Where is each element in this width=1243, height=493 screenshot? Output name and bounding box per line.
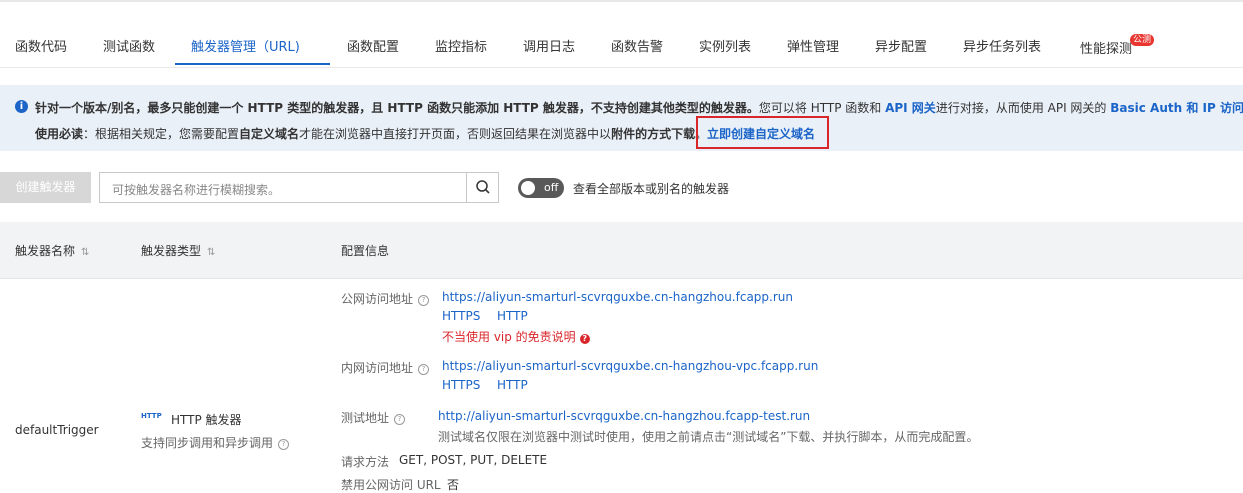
tab-instance-list[interactable]: 实例列表 <box>699 36 751 55</box>
tab-trigger-management[interactable]: 触发器管理（URL) <box>191 36 300 55</box>
basic-auth-link[interactable]: Basic Auth 和 IP 访问控制 <box>1110 101 1243 115</box>
vip-disclaimer[interactable]: 不当使用 vip 的免责说明? <box>442 328 590 345</box>
tab-function-config[interactable]: 函数配置 <box>347 36 399 55</box>
notice-text-bold: 针对一个版本/别名，最多只能创建一个 HTTP 类型的触发器，且 HTTP 函数… <box>35 101 759 115</box>
trigger-name: defaultTrigger <box>15 423 99 437</box>
tab-performance-probe[interactable]: 性能探测 <box>1080 38 1132 57</box>
tab-function-code[interactable]: 函数代码 <box>15 36 67 55</box>
search-box: 可按触发器名称进行模糊搜索。 <box>99 172 499 203</box>
public-https-link[interactable]: HTTPS <box>442 309 480 323</box>
notice-text: 进行对接，从而使用 API 网关的 <box>935 101 1111 115</box>
http-icon: HTTP <box>141 412 162 420</box>
disable-public-value: 否 <box>447 478 460 492</box>
notice-text-bold: 自定义域名 <box>239 127 300 141</box>
show-all-versions-toggle[interactable]: off <box>518 178 564 198</box>
tab-test-function[interactable]: 测试函数 <box>103 36 155 55</box>
public-url-label: 公网访问地址? <box>341 290 430 307</box>
toggle-knob <box>521 181 535 195</box>
tab-async-config[interactable]: 异步配置 <box>875 36 927 55</box>
column-header-name[interactable]: 触发器名称 ⇅ <box>15 242 89 259</box>
notice-text: 您可以将 HTTP 函数和 <box>758 101 886 115</box>
methods-label: 请求方法 <box>341 455 390 469</box>
toggle-state-label: off <box>544 181 559 194</box>
tab-async-task-list[interactable]: 异步任务列表 <box>963 36 1041 55</box>
warning-help-icon[interactable]: ? <box>579 334 590 344</box>
help-icon[interactable]: ? <box>278 439 290 450</box>
notice-line-1: 针对一个版本/别名，最多只能创建一个 HTTP 类型的触发器，且 HTTP 函数… <box>35 99 1243 116</box>
test-url-label: 测试地址? <box>341 409 406 426</box>
search-input[interactable]: 可按触发器名称进行模糊搜索。 <box>112 181 280 198</box>
internal-url[interactable]: https://aliyun-smarturl-scvrqguxbe.cn-ha… <box>442 359 818 373</box>
disable-public-label: 禁用公网访问 URL <box>341 478 441 492</box>
toggle-label: 查看全部版本或别名的触发器 <box>573 182 730 196</box>
must-read-label: 使用必读 <box>35 127 84 141</box>
help-icon[interactable]: ? <box>418 364 430 375</box>
highlight-box <box>696 116 829 149</box>
public-http-link[interactable]: HTTP <box>497 309 528 323</box>
sort-icon[interactable]: ⇅ <box>207 247 215 258</box>
search-icon <box>476 180 490 194</box>
trigger-type-desc: 支持同步调用和异步调用? <box>141 434 290 451</box>
help-icon[interactable]: ? <box>394 414 406 425</box>
tab-bar: 函数代码 测试函数 触发器管理（URL) 函数配置 监控指标 调用日志 函数告警… <box>0 0 1243 68</box>
column-header-config: 配置信息 <box>341 244 390 258</box>
help-icon[interactable]: ? <box>418 295 430 306</box>
internal-url-label: 内网访问地址? <box>341 359 430 376</box>
notice-text: ：根据相关规定，您需要配置 <box>83 127 240 141</box>
sort-icon[interactable]: ⇅ <box>81 247 89 258</box>
beta-badge: 公测 <box>1130 34 1155 46</box>
methods-value: GET, POST, PUT, DELETE <box>399 453 548 467</box>
tab-monitoring[interactable]: 监控指标 <box>435 36 487 55</box>
public-url[interactable]: https://aliyun-smarturl-scvrqguxbe.cn-ha… <box>442 290 793 304</box>
api-gateway-link[interactable]: API 网关 <box>885 101 936 115</box>
tab-elastic-management[interactable]: 弹性管理 <box>787 36 839 55</box>
create-trigger-button[interactable]: 创建触发器 <box>0 172 91 203</box>
notice-line-2: 使用必读：根据相关规定，您需要配置自定义域名才能在浏览器中直接打开页面，否则返回… <box>35 125 707 142</box>
internal-https-link[interactable]: HTTPS <box>442 378 480 392</box>
table-header: 触发器名称 ⇅ 触发器类型 ⇅ 配置信息 <box>0 222 1243 279</box>
tab-function-alerts[interactable]: 函数告警 <box>611 36 663 55</box>
notice-text: 才能在浏览器中直接打开页面，否则返回结果在浏览器中以 <box>299 127 612 141</box>
internal-http-link[interactable]: HTTP <box>497 378 528 392</box>
test-url[interactable]: http://aliyun-smarturl-scvrqguxbe.cn-han… <box>438 409 810 423</box>
trigger-type: HTTP 触发器 <box>171 413 242 427</box>
search-button[interactable] <box>466 173 500 202</box>
info-icon: i <box>15 100 28 113</box>
test-url-desc: 测试域名仅限在浏览器中测试时使用，使用之前请点击“测试域名”下载、并执行脚本，从… <box>438 430 979 444</box>
active-tab-indicator <box>175 63 330 65</box>
column-header-type[interactable]: 触发器类型 ⇅ <box>141 242 215 259</box>
tab-invocation-logs[interactable]: 调用日志 <box>523 36 575 55</box>
notice-text-bold: 附件的方式下载 <box>611 127 696 141</box>
